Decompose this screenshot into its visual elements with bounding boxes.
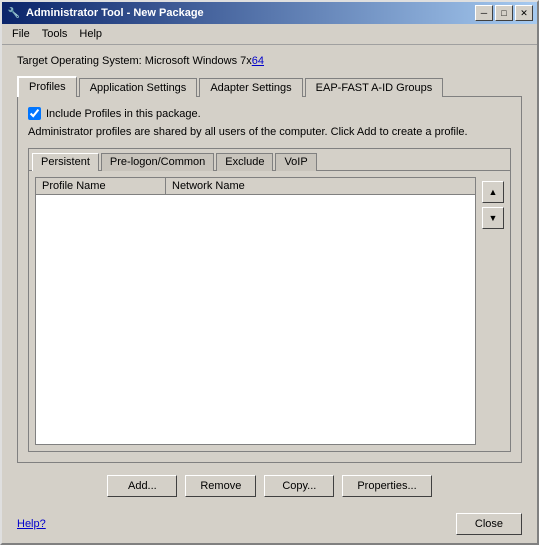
- profiles-table: Profile Name Network Name: [35, 177, 476, 445]
- tab-adapter-settings[interactable]: Adapter Settings: [199, 78, 302, 97]
- main-content: Target Operating System: Microsoft Windo…: [2, 45, 537, 507]
- table-body[interactable]: [36, 195, 475, 444]
- menu-bar: File Tools Help: [2, 24, 537, 45]
- copy-button[interactable]: Copy...: [264, 475, 334, 497]
- add-button[interactable]: Add...: [107, 475, 177, 497]
- col-profile-name: Profile Name: [36, 178, 166, 194]
- target-os-row: Target Operating System: Microsoft Windo…: [17, 55, 522, 67]
- include-profiles-label: Include Profiles in this package.: [46, 108, 201, 120]
- window-close-button[interactable]: ✕: [515, 5, 533, 21]
- remove-button[interactable]: Remove: [185, 475, 256, 497]
- inner-tab-panel-persistent: Profile Name Network Name ▲ ▼: [29, 170, 510, 451]
- table-header: Profile Name Network Name: [36, 178, 475, 195]
- col-network-name: Network Name: [166, 178, 475, 194]
- tab-panel-profiles: Include Profiles in this package. Admini…: [17, 96, 522, 463]
- target-os-link[interactable]: 64: [252, 55, 264, 67]
- maximize-button[interactable]: □: [495, 5, 513, 21]
- tab-application-settings[interactable]: Application Settings: [79, 78, 198, 97]
- profiles-description: Administrator profiles are shared by all…: [28, 126, 511, 138]
- footer: Help? Close: [2, 507, 537, 543]
- inner-tab-bar: Persistent Pre-logon/Common Exclude VoIP: [29, 149, 510, 170]
- target-os-label: Target Operating System: Microsoft Windo…: [17, 55, 252, 67]
- menu-help[interactable]: Help: [73, 26, 108, 42]
- window-icon: 🔧: [6, 5, 22, 21]
- title-bar: 🔧 Administrator Tool - New Package ─ □ ✕: [2, 2, 537, 24]
- bottom-buttons: Add... Remove Copy... Properties...: [17, 475, 522, 497]
- properties-button[interactable]: Properties...: [342, 475, 431, 497]
- main-window: 🔧 Administrator Tool - New Package ─ □ ✕…: [0, 0, 539, 545]
- inner-tab-persistent[interactable]: Persistent: [32, 153, 99, 171]
- scroll-up-button[interactable]: ▲: [482, 181, 504, 203]
- title-bar-buttons: ─ □ ✕: [475, 5, 533, 21]
- tab-profiles[interactable]: Profiles: [17, 76, 77, 97]
- scroll-buttons: ▲ ▼: [482, 177, 504, 445]
- menu-tools[interactable]: Tools: [36, 26, 74, 42]
- menu-file[interactable]: File: [6, 26, 36, 42]
- inner-tab-voip[interactable]: VoIP: [275, 153, 316, 171]
- tab-eap-fast[interactable]: EAP-FAST A-ID Groups: [305, 78, 444, 97]
- include-profiles-row: Include Profiles in this package.: [28, 107, 511, 120]
- window-title: Administrator Tool - New Package: [26, 7, 475, 19]
- main-tab-bar: Profiles Application Settings Adapter Se…: [17, 75, 522, 96]
- inner-tab-container: Persistent Pre-logon/Common Exclude VoIP…: [28, 148, 511, 452]
- minimize-button[interactable]: ─: [475, 5, 493, 21]
- inner-tab-exclude[interactable]: Exclude: [216, 153, 273, 171]
- include-profiles-checkbox[interactable]: [28, 107, 41, 120]
- help-link[interactable]: Help?: [17, 518, 46, 530]
- close-button[interactable]: Close: [456, 513, 522, 535]
- scroll-down-button[interactable]: ▼: [482, 207, 504, 229]
- inner-tab-prelogon[interactable]: Pre-logon/Common: [101, 153, 214, 171]
